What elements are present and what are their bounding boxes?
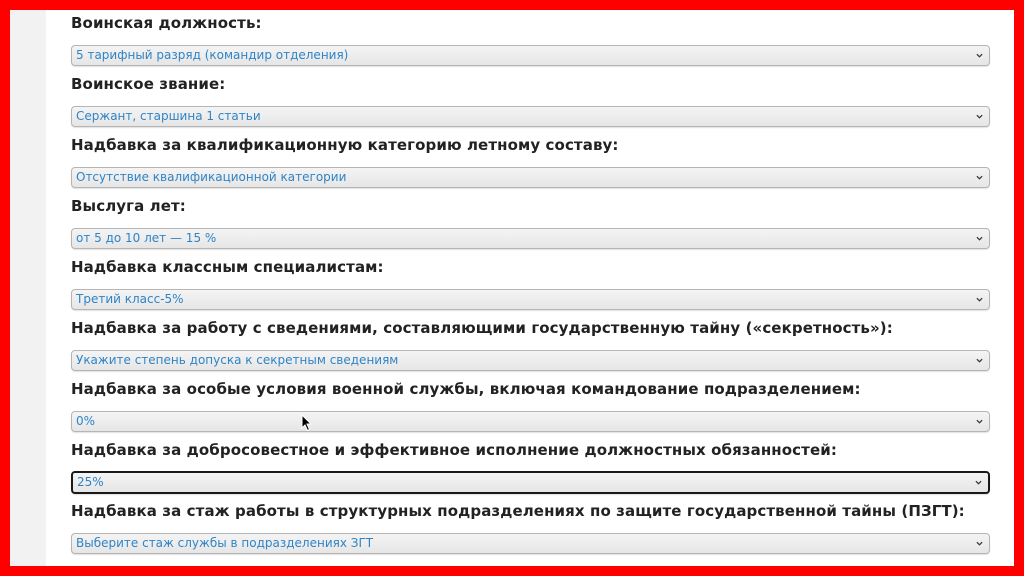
field-secrecy: Надбавка за работу с сведениями, составл… — [71, 315, 991, 376]
chevron-down-icon — [976, 297, 983, 302]
select-value: 25% — [77, 475, 104, 489]
chevron-down-icon — [976, 419, 983, 424]
field-label: Надбавка за особые условия военной служб… — [71, 380, 861, 398]
select-value: Укажите степень допуска к секретным свед… — [76, 353, 399, 367]
field-special-conditions: Надбавка за особые условия военной служб… — [71, 376, 991, 437]
military-position-select[interactable]: 5 тарифный разряд (командир отделения) — [71, 45, 990, 66]
select-value: от 5 до 10 лет — 15 % — [76, 231, 217, 245]
salary-calculator-form: Воинская должность: 5 тарифный разряд (к… — [71, 10, 991, 559]
select-value: Третий класс-5% — [76, 292, 184, 306]
chevron-down-icon — [976, 53, 983, 58]
conscientious-performance-select[interactable]: 25% — [71, 471, 990, 494]
field-military-rank: Воинское звание: Сержант, старшина 1 ста… — [71, 71, 991, 132]
select-value: Сержант, старшина 1 статьи — [76, 109, 261, 123]
years-of-service-select[interactable]: от 5 до 10 лет — 15 % — [71, 228, 990, 249]
select-value: Отсутствие квалификационной категории — [76, 170, 347, 184]
chevron-down-icon — [976, 358, 983, 363]
field-label: Выслуга лет: — [71, 197, 186, 215]
screenshot-frame: Воинская должность: 5 тарифный разряд (к… — [10, 10, 1014, 566]
field-label: Воинская должность: — [71, 14, 262, 32]
secrecy-select[interactable]: Укажите степень допуска к секретным свед… — [71, 350, 990, 371]
select-value: 5 тарифный разряд (командир отделения) — [76, 48, 349, 62]
chevron-down-icon — [976, 541, 983, 546]
chevron-down-icon — [976, 236, 983, 241]
field-conscientious-performance: Надбавка за добросовестное и эффективное… — [71, 437, 991, 498]
field-pzgt-experience: Надбавка за стаж работы в структурных по… — [71, 498, 991, 559]
field-military-position: Воинская должность: 5 тарифный разряд (к… — [71, 10, 991, 71]
select-value: 0% — [76, 414, 96, 428]
flight-qualification-select[interactable]: Отсутствие квалификационной категории — [71, 167, 990, 188]
field-label: Воинское звание: — [71, 75, 226, 93]
pzgt-experience-select[interactable]: Выберите стаж службы в подразделениях ЗГ… — [71, 533, 990, 554]
chevron-down-icon — [976, 175, 983, 180]
mouse-cursor-icon — [301, 414, 313, 432]
field-label: Надбавка за добросовестное и эффективное… — [71, 441, 837, 459]
chevron-down-icon — [975, 480, 982, 485]
field-label: Надбавка классным специалистам: — [71, 258, 384, 276]
field-label: Надбавка за квалификационную категорию л… — [71, 136, 619, 154]
special-conditions-select[interactable]: 0% — [71, 411, 990, 432]
chevron-down-icon — [976, 114, 983, 119]
left-margin-strip — [10, 10, 46, 566]
field-label: Надбавка за работу с сведениями, составл… — [71, 319, 893, 337]
field-flight-qualification: Надбавка за квалификационную категорию л… — [71, 132, 991, 193]
class-specialist-select[interactable]: Третий класс-5% — [71, 289, 990, 310]
field-class-specialist: Надбавка классным специалистам: Третий к… — [71, 254, 991, 315]
field-label: Надбавка за стаж работы в структурных по… — [71, 502, 965, 520]
select-value: Выберите стаж службы в подразделениях ЗГ… — [76, 536, 374, 550]
military-rank-select[interactable]: Сержант, старшина 1 статьи — [71, 106, 990, 127]
field-years-of-service: Выслуга лет: от 5 до 10 лет — 15 % — [71, 193, 991, 254]
